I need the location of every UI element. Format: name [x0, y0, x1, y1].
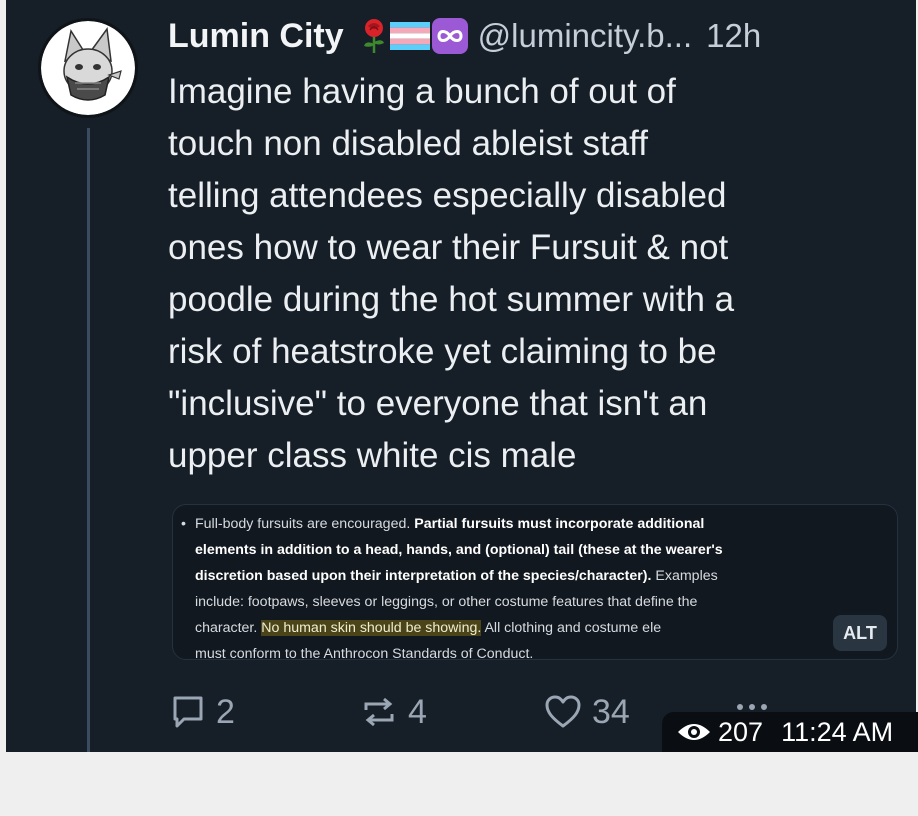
- post-text-line: Imagine having a bunch of out of: [168, 72, 676, 111]
- embedded-image-text: • Full-body fursuits are encouraged. Part…: [181, 511, 891, 660]
- post-text-line: upper class white cis male: [168, 436, 577, 475]
- thread-line: [87, 128, 90, 752]
- embed-text: must conform to the Anthrocon Standards …: [195, 646, 534, 660]
- bullet-glyph: •: [181, 516, 186, 532]
- post-text-line: "inclusive" to everyone that isn't an: [168, 384, 708, 423]
- rose-emoji-icon: [360, 18, 388, 54]
- embed-bold-text: Partial fursuits must incorporate additi…: [414, 516, 705, 532]
- post-age[interactable]: 12h: [706, 17, 761, 55]
- embed-bold-text: elements in addition to a head, hands, a…: [195, 542, 723, 558]
- repost-count: 4: [408, 692, 427, 731]
- embed-highlighted-text: No human skin should be showing.: [261, 620, 482, 636]
- post-text-line: risk of heatstroke yet claiming to be: [168, 332, 717, 371]
- views-overlay: 207 11:24 AM: [662, 712, 918, 752]
- author-handle[interactable]: @lumincity.b...: [478, 17, 692, 55]
- post-body: Imagine having a bunch of out of touch n…: [168, 66, 888, 482]
- reply-count: 2: [216, 692, 235, 731]
- embed-text: All clothing and costume ele: [481, 620, 662, 636]
- alt-text-badge[interactable]: ALT: [833, 615, 887, 651]
- views-count: 207: [718, 716, 764, 747]
- post-card[interactable]: Lumin City @lumincity.b... 12h Imagine h…: [6, 0, 916, 752]
- embed-bold-text: discretion based upon their interpretati…: [195, 568, 652, 584]
- embed-text: include: footpaws, sleeves or leggings, …: [195, 594, 698, 610]
- post-text-line: poodle during the hot summer with a: [168, 280, 735, 319]
- repost-button[interactable]: 4: [360, 690, 427, 734]
- author-avatar[interactable]: [38, 18, 138, 118]
- like-count: 34: [592, 692, 630, 731]
- heart-icon: [545, 695, 581, 728]
- post-text-line: telling attendees especially disabled: [168, 176, 727, 215]
- embed-text: character.: [195, 620, 262, 636]
- infinity-emoji-icon: [431, 18, 468, 54]
- embed-text: Full-body fursuits are encouraged.: [195, 516, 415, 532]
- post-time: 11:24 AM: [781, 716, 894, 747]
- post-header: Lumin City @lumincity.b... 12h: [168, 14, 761, 58]
- eye-icon: [678, 724, 710, 740]
- trans-flag-emoji-icon: [389, 22, 430, 50]
- post-text-line: touch non disabled ableist staff: [168, 124, 648, 163]
- reply-icon: [173, 696, 203, 728]
- reply-button[interactable]: 2: [170, 690, 235, 734]
- embed-text: Examples: [651, 568, 718, 584]
- like-button[interactable]: 34: [544, 690, 630, 734]
- fursona-avatar-icon: [41, 21, 135, 115]
- embedded-image[interactable]: • Full-body fursuits are encouraged. Part…: [172, 504, 898, 660]
- repost-icon: [364, 697, 394, 727]
- post-text-line: ones how to wear their Fursuit & not: [168, 228, 729, 267]
- author-display-name[interactable]: Lumin City: [168, 17, 344, 56]
